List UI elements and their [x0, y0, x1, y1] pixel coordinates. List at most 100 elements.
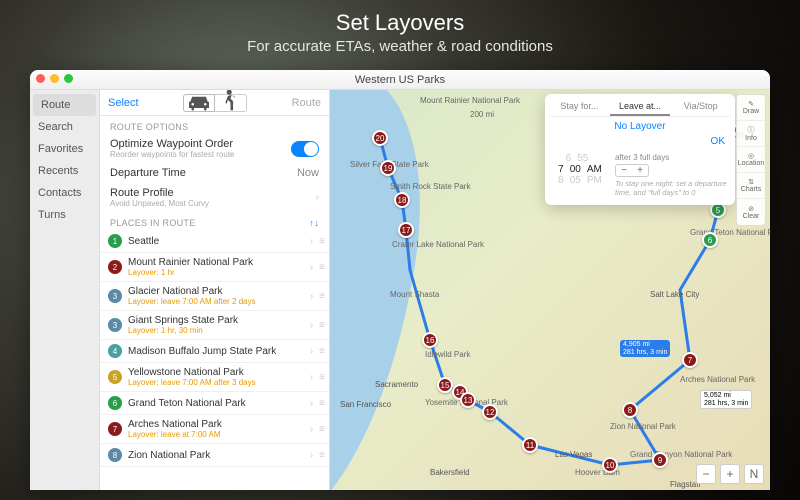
map-waypoint[interactable]: 15 [437, 377, 453, 393]
waypoint-badge: 4 [108, 344, 122, 358]
drag-handle-icon[interactable]: ≡ [319, 320, 323, 331]
zoom-out-button[interactable]: − [696, 464, 716, 484]
compass-button[interactable]: N [744, 464, 764, 484]
map-toolstrip: ✎DrawⓘInfo◎Location⇅Charts⊘Clear [736, 94, 766, 226]
optimize-sublabel: Reorder waypoints for fastest route [110, 150, 235, 159]
close-icon[interactable] [36, 74, 45, 83]
places-header: PLACES IN ROUTE ↑↓ [100, 212, 329, 230]
place-row[interactable]: 8Zion National Park›≡ [100, 444, 329, 467]
car-icon[interactable] [183, 94, 215, 112]
zoom-in-button[interactable]: + [720, 464, 740, 484]
distance-primary-badge: 4,905 mi281 hrs, 3 min [620, 340, 670, 357]
charts-tool[interactable]: ⇅Charts [737, 173, 765, 199]
popover-tab[interactable]: Stay for... [549, 98, 610, 116]
charts-icon: ⇅ [748, 178, 754, 186]
departure-value: Now [297, 167, 319, 179]
drag-handle-icon[interactable]: ≡ [319, 346, 323, 357]
map-label: Zion National Park [610, 422, 676, 431]
transport-segmented[interactable] [147, 94, 284, 112]
chevron-right-icon: › [316, 192, 319, 203]
map-label: 200 mi [470, 110, 494, 119]
drag-handle-icon[interactable]: ≡ [319, 262, 323, 273]
location-tool[interactable]: ◎Location [737, 147, 765, 173]
sidebar-item-favorites[interactable]: Favorites [30, 138, 99, 160]
popover-tab[interactable]: Via/Stop [670, 98, 731, 116]
drag-handle-icon[interactable]: ≡ [319, 424, 323, 435]
popover-tab[interactable]: Leave at... [610, 98, 671, 116]
place-row[interactable]: 3Glacier National ParkLayover: leave 7:0… [100, 282, 329, 311]
traffic-lights[interactable] [36, 74, 73, 83]
select-tab[interactable]: Select [100, 90, 147, 115]
zoom-icon[interactable] [64, 74, 73, 83]
hero-subtitle: For accurate ETAs, weather & road condit… [0, 36, 800, 55]
map-waypoint[interactable]: 13 [460, 392, 476, 408]
place-row[interactable]: 3Giant Springs State ParkLayover: 1 hr, … [100, 311, 329, 340]
map-waypoint[interactable]: 20 [372, 130, 388, 146]
map-label: Grand Canyon National Park [630, 450, 732, 459]
ok-button[interactable]: OK [549, 136, 731, 149]
departure-time-row[interactable]: Departure Time Now [100, 163, 329, 183]
map-label: Bakersfield [430, 468, 470, 477]
optimize-waypoint-row[interactable]: Optimize Waypoint Order Reorder waypoint… [100, 134, 329, 163]
distance-secondary-badge: 5,052 mi281 hrs, 3 min [700, 390, 752, 409]
profile-sublabel: Avoid Unpaved, Most Curvy [110, 199, 209, 208]
optimize-toggle[interactable] [291, 141, 319, 157]
map-waypoint[interactable]: 18 [394, 192, 410, 208]
place-name: Mount Rainier National Park [128, 257, 304, 268]
drag-handle-icon[interactable]: ≡ [319, 450, 323, 461]
clear-tool[interactable]: ⊘Clear [737, 199, 765, 225]
chevron-right-icon: › [310, 262, 313, 273]
map-zoom-controls: − + N [696, 464, 764, 484]
sidebar-item-search[interactable]: Search [30, 116, 99, 138]
place-row[interactable]: 4Madison Buffalo Jump State Park›≡ [100, 340, 329, 363]
sidebar-item-route[interactable]: Route [33, 94, 96, 116]
days-stepper[interactable]: −+ [615, 164, 649, 177]
drag-handle-icon[interactable]: ≡ [319, 291, 323, 302]
sidebar-item-turns[interactable]: Turns [30, 204, 99, 226]
place-row[interactable]: 6Grand Teton National Park›≡ [100, 392, 329, 415]
drag-handle-icon[interactable]: ≡ [319, 398, 323, 409]
popover-tabs: Stay for...Leave at...Via/Stop [549, 98, 731, 117]
place-row[interactable]: 5Yellowstone National ParkLayover: leave… [100, 363, 329, 392]
map-waypoint[interactable]: 10 [602, 457, 618, 473]
no-layover-link[interactable]: No Layover [549, 117, 731, 136]
waypoint-badge: 1 [108, 234, 122, 248]
time-wheel[interactable]: 655700AM805PM [551, 153, 609, 197]
place-row[interactable]: 2Mount Rainier National ParkLayover: 1 h… [100, 253, 329, 282]
map-waypoint[interactable]: 8 [622, 402, 638, 418]
walk-icon[interactable] [215, 94, 247, 112]
popover-hint: To stay one night: set a departure time,… [615, 179, 729, 197]
chevron-right-icon: › [310, 291, 313, 302]
info-tool[interactable]: ⓘInfo [737, 121, 765, 147]
sidebar-item-contacts[interactable]: Contacts [30, 182, 99, 204]
map-waypoint[interactable]: 17 [398, 222, 414, 238]
map-waypoint[interactable]: 6 [702, 232, 718, 248]
sort-icon[interactable]: ↑↓ [309, 218, 319, 228]
drag-handle-icon[interactable]: ≡ [319, 236, 323, 247]
chevron-right-icon: › [310, 450, 313, 461]
route-profile-row[interactable]: Route Profile Avoid Unpaved, Most Curvy … [100, 183, 329, 212]
map-label: Sacramento [375, 380, 418, 389]
sidebar-item-recents[interactable]: Recents [30, 160, 99, 182]
place-row[interactable]: 7Arches National ParkLayover: leave at 7… [100, 415, 329, 444]
draw-tool[interactable]: ✎Draw [737, 95, 765, 121]
after-days-label: after 3 full days [615, 153, 729, 162]
waypoint-badge: 5 [108, 370, 122, 384]
map-view[interactable]: Mount Rainier National ParkSilver Falls … [330, 90, 770, 490]
map-waypoint[interactable]: 7 [682, 352, 698, 368]
chevron-right-icon: › [310, 320, 313, 331]
profile-label: Route Profile [110, 187, 209, 199]
place-layover: Layover: leave 7:00 AM after 3 days [128, 378, 304, 387]
map-waypoint[interactable]: 9 [652, 452, 668, 468]
waypoint-badge: 8 [108, 448, 122, 462]
map-waypoint[interactable]: 16 [422, 332, 438, 348]
map-waypoint[interactable]: 12 [482, 404, 498, 420]
drag-handle-icon[interactable]: ≡ [319, 372, 323, 383]
map-waypoint[interactable]: 19 [380, 160, 396, 176]
place-name: Glacier National Park [128, 286, 304, 297]
route-tab[interactable]: Route [284, 90, 329, 115]
map-waypoint[interactable]: 11 [522, 437, 538, 453]
chevron-right-icon: › [310, 236, 313, 247]
minimize-icon[interactable] [50, 74, 59, 83]
place-row[interactable]: 1Seattle›≡ [100, 230, 329, 253]
